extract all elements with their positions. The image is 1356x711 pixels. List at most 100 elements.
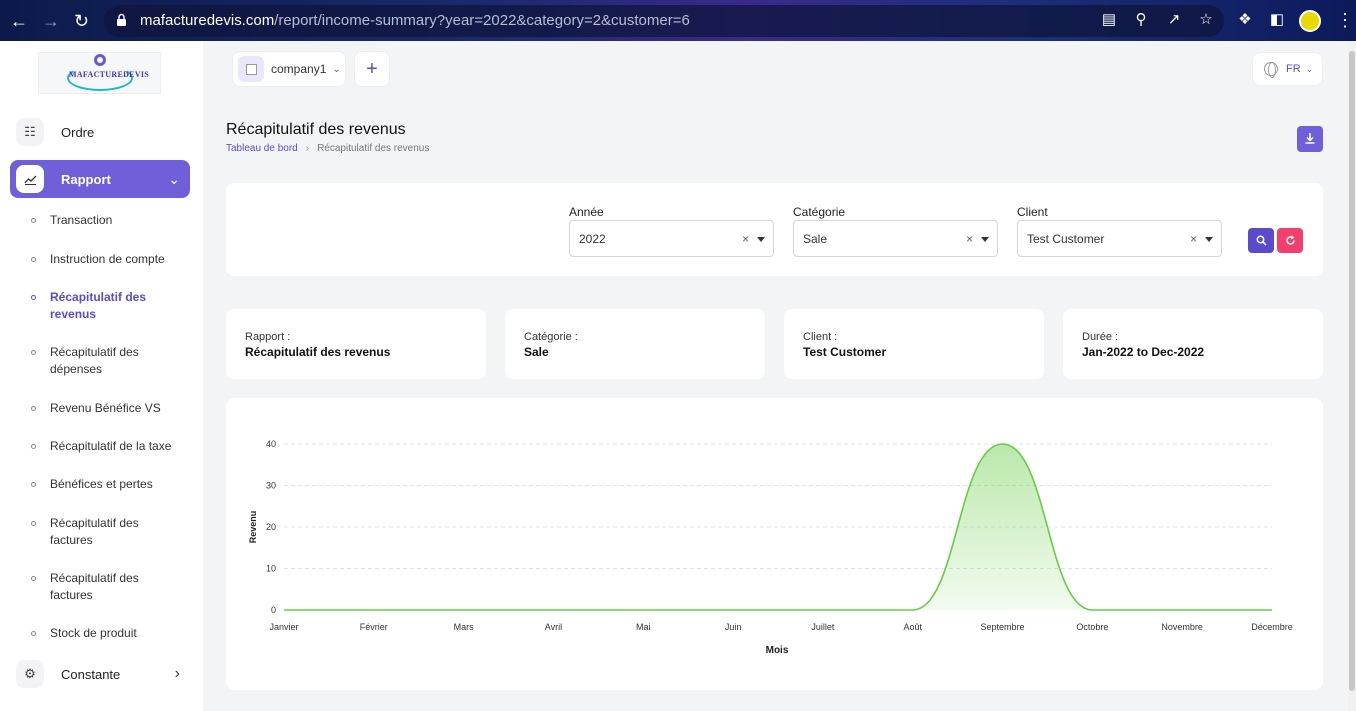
logo-text: MAFACTUREDEVIS <box>69 70 150 79</box>
breadcrumb-home-link[interactable]: Tableau de bord <box>226 143 298 154</box>
sub-bullet-icon <box>31 257 36 262</box>
sidebar-subitem-account-statement[interactable]: Instruction de compte <box>50 251 190 268</box>
client-info-value: Test Customer <box>803 345 887 359</box>
extensions-icon[interactable]: ❖ <box>1237 12 1253 28</box>
forward-icon[interactable]: → <box>42 10 60 32</box>
info-card-report <box>226 309 486 379</box>
x-tick-label: Juillet <box>811 622 835 632</box>
sub-bullet-icon <box>31 521 36 526</box>
back-icon[interactable]: ← <box>10 10 28 32</box>
x-tick-label: Septembre <box>981 622 1025 632</box>
sidebar-item-label: Ordre <box>61 124 95 140</box>
category-label: Catégorie <box>793 205 846 219</box>
browser-toolbar: ← → ↻ mafacturedevis.com/report/income-s… <box>0 0 1356 41</box>
company-name: company1 <box>271 62 327 76</box>
share-icon[interactable]: ↗ <box>1166 12 1182 28</box>
clear-icon[interactable]: × <box>966 232 973 246</box>
duration-label: Durée : <box>1082 331 1119 343</box>
y-tick-label: 30 <box>266 481 276 491</box>
sidebar-subitem-invoice-summary-2[interactable]: Récapitulatif des factures <box>50 570 150 604</box>
report-value: Récapitulatif des revenus <box>245 345 391 359</box>
client-select[interactable]: Test Customer × <box>1017 220 1222 257</box>
reset-button[interactable] <box>1277 228 1303 253</box>
y-tick-label: 20 <box>266 522 276 532</box>
x-tick-label: Février <box>360 622 388 632</box>
sub-bullet-icon <box>31 631 36 636</box>
company-switcher[interactable]: company1 ⌄ <box>232 51 346 87</box>
client-info-label: Client : <box>803 331 838 343</box>
address-bar[interactable]: mafacturedevis.com/report/income-summary… <box>104 5 1224 37</box>
company-logo-icon <box>238 56 264 82</box>
zoom-icon[interactable]: ⚲ <box>1133 12 1149 28</box>
dropdown-arrow-icon[interactable] <box>981 237 989 242</box>
duration-value: Jan-2022 to Dec-2022 <box>1082 345 1205 359</box>
x-tick-label: Juin <box>725 622 742 632</box>
sub-bullet-icon <box>31 218 36 223</box>
sidepanel-icon[interactable]: ◧ <box>1269 12 1285 28</box>
chevron-down-icon: ⌄ <box>332 63 341 75</box>
page-scrollbar[interactable] <box>1348 41 1356 711</box>
sub-bullet-icon <box>31 444 36 449</box>
year-select[interactable]: 2022 × <box>569 220 774 257</box>
x-tick-label: Août <box>903 622 922 632</box>
clear-icon[interactable]: × <box>742 232 749 246</box>
info-card-client <box>784 309 1044 379</box>
income-chart: 0 10 20 30 40 Janvier Février Mars Avril Mai Juin… <box>248 439 1293 656</box>
scrollbar-thumb[interactable] <box>1349 51 1355 691</box>
search-button[interactable] <box>1248 228 1274 253</box>
settings-icon: ⚙ <box>16 660 44 688</box>
year-value: 2022 <box>579 232 606 246</box>
x-tick-label: Octobre <box>1076 622 1108 632</box>
url-text: mafacturedevis.com/report/income-summary… <box>140 12 690 29</box>
chevron-down-icon: ⌄ <box>168 170 180 187</box>
clear-icon[interactable]: × <box>1190 232 1197 246</box>
sidebar-subitem-profit-loss[interactable]: Bénéfices et pertes <box>50 476 190 493</box>
dropdown-arrow-icon[interactable] <box>757 237 765 242</box>
x-tick-label: Décembre <box>1251 622 1293 632</box>
profile-avatar[interactable] <box>1299 10 1321 32</box>
sidebar-item-label: Constante <box>61 666 121 682</box>
sidebar-subitem-tax-summary[interactable]: Récapitulatif de la taxe <box>50 438 190 455</box>
sub-bullet-icon <box>31 406 36 411</box>
sub-bullet-icon <box>31 576 36 581</box>
refresh-icon <box>1286 235 1295 245</box>
sidebar-item-label: Rapport <box>61 171 111 187</box>
language-selector[interactable]: FR ⌄ <box>1252 52 1323 86</box>
star-icon[interactable]: ☆ <box>1198 12 1214 28</box>
sub-bullet-icon <box>31 295 36 300</box>
sidebar-item-constante[interactable]: ⚙ Constante › <box>10 655 190 693</box>
client-value: Test Customer <box>1027 232 1105 246</box>
y-axis-label: Revenu <box>248 511 258 544</box>
reload-icon[interactable]: ↻ <box>74 10 89 32</box>
breadcrumb: Tableau de bord › Récapitulatif des revenu… <box>226 143 429 154</box>
x-tick-label: Mai <box>636 622 651 632</box>
sidebar-subitem-expense-summary[interactable]: Récapitulatif des dépenses <box>50 344 150 378</box>
sidebar-subitem-product-stock[interactable]: Stock de produit <box>50 625 190 642</box>
language-code: FR <box>1286 63 1301 75</box>
sidebar-subitem-income-summary[interactable]: Récapitulatif des revenus <box>50 289 155 323</box>
report-label: Rapport : <box>245 331 291 343</box>
category-select[interactable]: Sale × <box>793 220 998 257</box>
lock-icon <box>117 13 126 26</box>
info-card-category <box>505 309 765 379</box>
y-tick-label: 0 <box>271 605 276 615</box>
breadcrumb-chevron-icon: › <box>305 143 310 154</box>
sidebar-item-ordre[interactable]: ☷ Ordre <box>10 113 190 151</box>
info-card-duration <box>1063 309 1323 379</box>
sidebar-subitem-income-vs-profit[interactable]: Revenu Bénéfice VS <box>50 400 190 417</box>
add-company-button[interactable]: + <box>354 51 390 87</box>
sidebar-item-rapport[interactable]: Rapport ⌄ <box>10 160 190 198</box>
year-label: Année <box>569 205 604 219</box>
sidebar-subitem-transaction[interactable]: Transaction <box>50 212 190 229</box>
x-axis-label: Mois <box>766 645 789 656</box>
chevron-right-icon: › <box>174 665 180 682</box>
translate-icon[interactable]: ▤ <box>1101 12 1117 28</box>
download-icon <box>1305 133 1315 144</box>
category-info-label: Catégorie : <box>524 331 578 343</box>
logo[interactable]: MAFACTUREDEVIS <box>38 52 161 94</box>
x-tick-label: Janvier <box>269 622 298 632</box>
download-button[interactable] <box>1297 126 1323 152</box>
sidebar-subitem-invoice-summary[interactable]: Récapitulatif des factures <box>50 515 150 549</box>
dropdown-arrow-icon[interactable] <box>1205 237 1213 242</box>
browser-menu-icon[interactable]: ⋮ <box>1336 10 1354 30</box>
